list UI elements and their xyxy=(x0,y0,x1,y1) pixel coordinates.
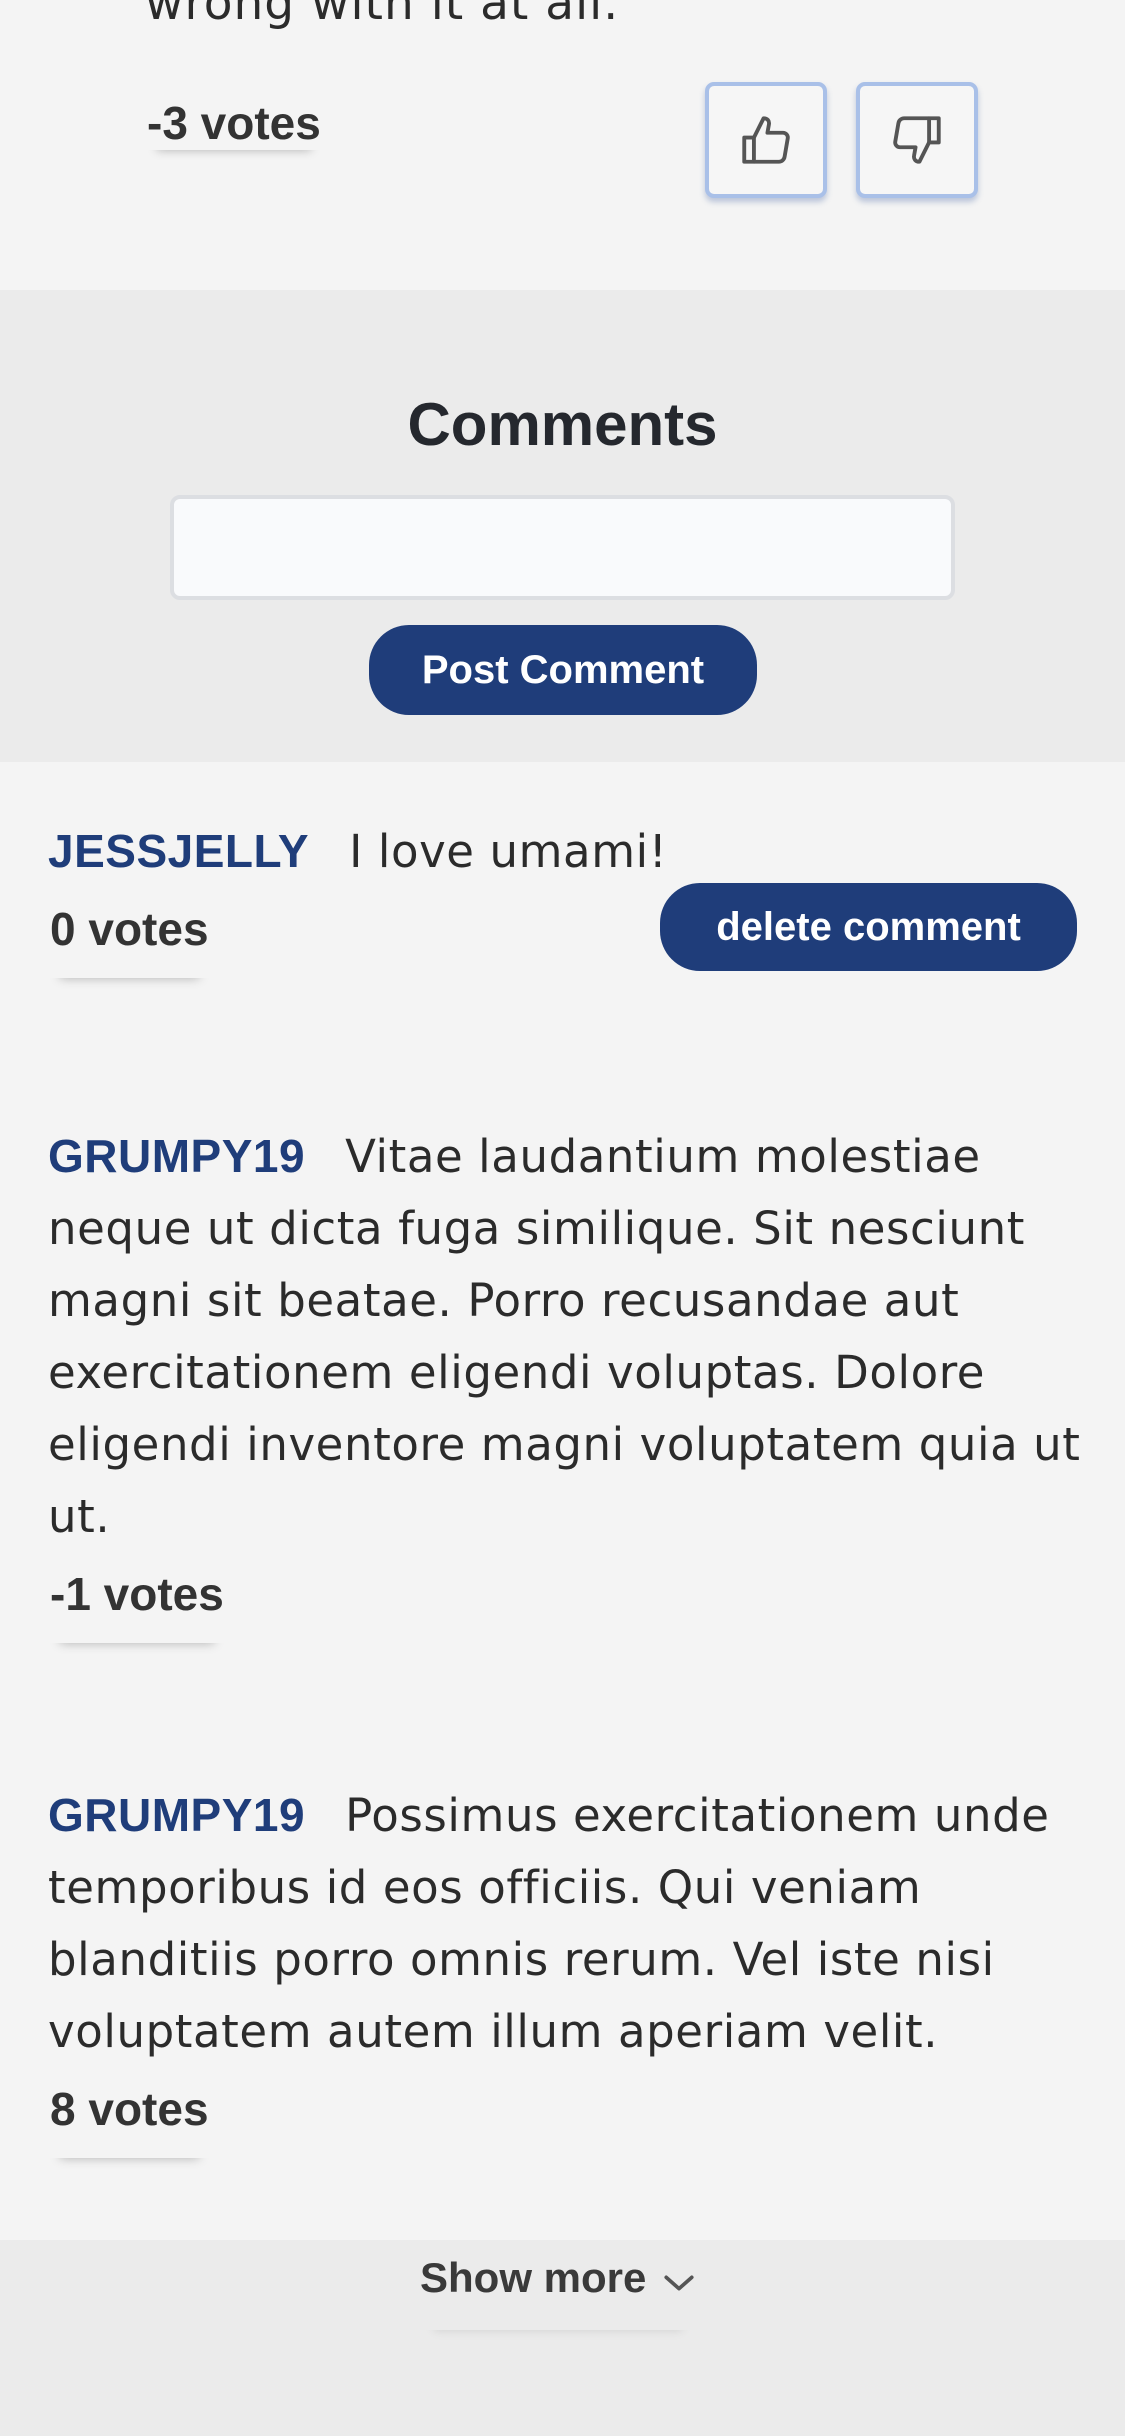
comment-body: I love umami! xyxy=(349,825,668,878)
article-body-end: wrong with it at all. xyxy=(145,0,620,31)
downvote-button[interactable] xyxy=(856,82,978,198)
comment-text: GRUMPY19 Vitae laudantium molestiae neque… xyxy=(48,1120,1088,1553)
post-comment-button[interactable]: Post Comment xyxy=(369,625,757,715)
show-more-button[interactable]: Show more xyxy=(420,2254,696,2330)
delete-comment-button[interactable]: delete comment xyxy=(660,883,1077,971)
chevron-down-icon xyxy=(664,2275,694,2291)
comment-item: GRUMPY19 Vitae laudantium molestiae neque… xyxy=(48,1120,1088,1643)
comment-body: Vitae laudantium molestiae neque ut dict… xyxy=(48,1130,1081,1543)
show-more-label: Show more xyxy=(420,2254,647,2301)
comment-vote-count: 8 votes xyxy=(48,2082,211,2158)
comment-author[interactable]: JESSJELLY xyxy=(48,825,309,877)
comments-heading: Comments xyxy=(407,391,718,458)
comment-vote-count: -1 votes xyxy=(48,1567,226,1643)
article-vote-count: -3 votes xyxy=(147,97,321,149)
comment-input[interactable] xyxy=(170,495,955,600)
article-footer: wrong with it at all. -3 votes xyxy=(0,0,1125,290)
show-more-bar: Show more xyxy=(0,2240,1125,2436)
thumbs-up-icon xyxy=(742,116,790,164)
thumbs-down-icon xyxy=(893,116,941,164)
comment-text: GRUMPY19 Possimus exercitationem unde tem… xyxy=(48,1779,1088,2068)
comments-panel: Comments Post Comment xyxy=(0,290,1125,762)
comment-author[interactable]: GRUMPY19 xyxy=(48,1789,305,1841)
comment-author[interactable]: GRUMPY19 xyxy=(48,1130,305,1182)
comment-text: JESSJELLY I love umami! xyxy=(48,815,1088,888)
comment-item: GRUMPY19 Possimus exercitationem unde tem… xyxy=(48,1779,1088,2158)
comment-vote-count: 0 votes xyxy=(48,902,211,978)
upvote-button[interactable] xyxy=(705,82,827,198)
